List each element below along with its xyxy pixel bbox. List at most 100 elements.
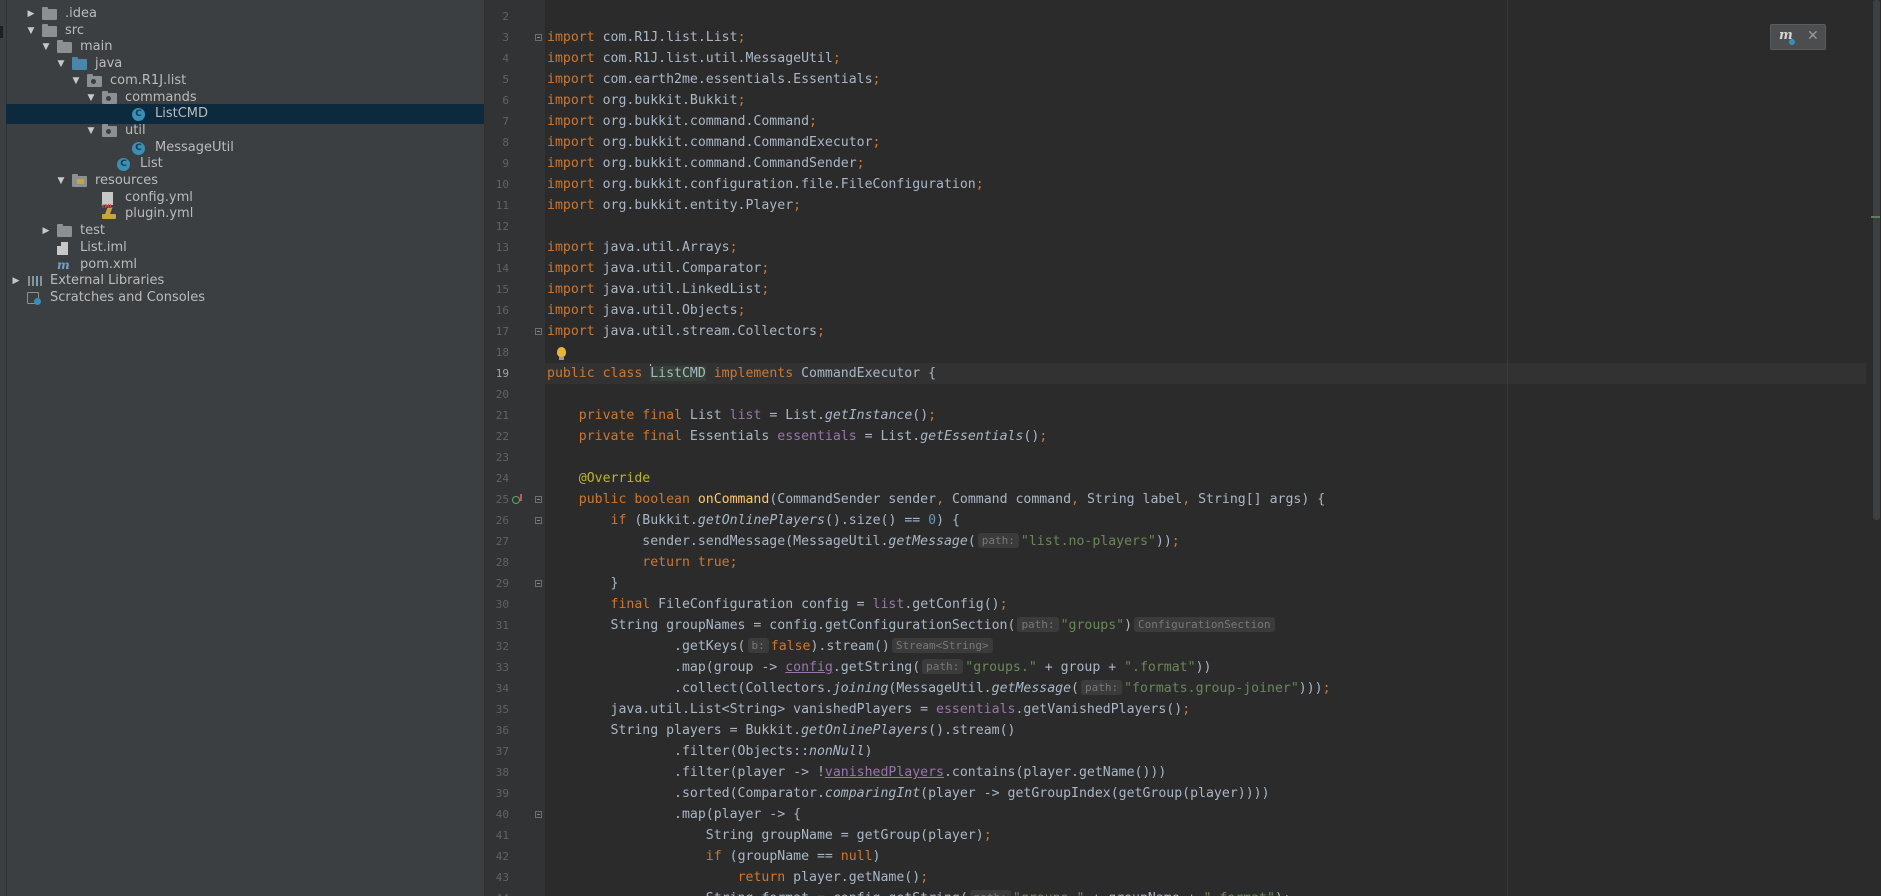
line-number[interactable]: 7 (479, 111, 509, 132)
code-line[interactable]: import com.R1J.list.util.MessageUtil; (547, 48, 841, 69)
line-number[interactable]: 18 (479, 342, 509, 363)
line-number[interactable]: 32 (479, 636, 509, 657)
code-line[interactable]: return player.getName(); (547, 867, 929, 888)
code-line[interactable]: if (groupName == null) (547, 846, 881, 867)
line-number[interactable]: 19 (479, 363, 509, 384)
code-line[interactable]: import java.util.LinkedList; (547, 279, 769, 300)
line-number[interactable]: 20 (479, 384, 509, 405)
line-number[interactable]: 35 (479, 699, 509, 720)
line-number[interactable]: 15 (479, 279, 509, 300)
code-line[interactable]: if (Bukkit.getOnlinePlayers().size() == … (547, 510, 960, 531)
editor-gutter[interactable]: 2 3 4 5 6 7 8 9 10 11 12 13 14 15 16 17 18 19 20 21 22 23 24 25… (485, 0, 545, 896)
line-number[interactable]: 24 (479, 468, 509, 489)
code-line[interactable]: import java.util.Comparator; (547, 258, 769, 279)
line-number[interactable]: 11 (479, 195, 509, 216)
code-line[interactable]: .getKeys(b: false).stream() Stream<String> (547, 636, 995, 657)
line-number[interactable]: 6 (479, 90, 509, 111)
code-line[interactable]: } (547, 573, 619, 594)
line-number[interactable]: 5 (479, 69, 509, 90)
line-number[interactable]: 28 (479, 552, 509, 573)
code-line[interactable]: import org.bukkit.entity.Player; (547, 195, 801, 216)
code-token: ; (983, 828, 992, 843)
code-line[interactable]: import java.util.Objects; (547, 300, 746, 321)
code-line[interactable]: import org.bukkit.configuration.file.Fil… (547, 174, 984, 195)
line-number[interactable]: 8 (479, 132, 509, 153)
fold-toggle-icon[interactable] (535, 34, 542, 41)
code-line[interactable]: @Override (547, 468, 650, 489)
line-number[interactable]: 33 (479, 657, 509, 678)
code-line[interactable]: String format = config.getString(path:"g… (547, 888, 1291, 896)
line-number[interactable]: 21 (479, 405, 509, 426)
intention-bulb-icon[interactable] (557, 347, 566, 360)
line-number[interactable]: 22 (479, 426, 509, 447)
scrollbar-thumb[interactable] (1873, 0, 1880, 520)
code-editor[interactable]: import com.R1J.list.List; import com.R1J.… (545, 0, 1881, 896)
code-line[interactable]: public class ListCMD implements CommandE… (547, 363, 936, 384)
implements-method-icon[interactable] (512, 494, 522, 504)
line-number[interactable]: 2 (479, 6, 509, 27)
fold-toggle-icon[interactable] (535, 496, 542, 503)
error-stripe-mark[interactable] (1871, 216, 1880, 218)
line-number[interactable]: 37 (479, 741, 509, 762)
line-number[interactable]: 42 (479, 846, 509, 867)
code-line[interactable]: java.util.List<String> vanishedPlayers =… (547, 699, 1191, 720)
line-number[interactable]: 10 (479, 174, 509, 195)
code-line[interactable]: private final List list = List.getInstan… (547, 405, 936, 426)
code-line[interactable]: String groupName = getGroup(player); (547, 825, 992, 846)
close-icon[interactable]: ✕ (1807, 28, 1819, 44)
line-number[interactable]: 43 (479, 867, 509, 888)
line-number[interactable]: 40 (479, 804, 509, 825)
fold-toggle-icon[interactable] (535, 811, 542, 818)
line-number[interactable]: 25 (479, 489, 509, 510)
code-line[interactable]: import com.R1J.list.List; (547, 27, 746, 48)
line-number[interactable]: 30 (479, 594, 509, 615)
code-line[interactable]: import java.util.stream.Collectors; (547, 321, 825, 342)
code-line[interactable]: import java.util.Arrays; (547, 237, 738, 258)
project-tab-marker[interactable] (0, 26, 3, 38)
maven-reload-icon[interactable]: m (1779, 28, 1795, 45)
code-line[interactable]: import com.earth2me.essentials.Essential… (547, 69, 880, 90)
code-line[interactable]: import org.bukkit.command.CommandSender; (547, 153, 865, 174)
line-number[interactable]: 14 (479, 258, 509, 279)
code-line[interactable]: return true; (547, 552, 737, 573)
line-number[interactable]: 27 (479, 531, 509, 552)
code-line[interactable]: .filter(player -> !vanishedPlayers.conta… (547, 762, 1166, 783)
code-line[interactable]: import org.bukkit.command.Command; (547, 111, 817, 132)
code-line[interactable]: .sorted(Comparator.comparingInt(player -… (547, 783, 1269, 804)
line-number[interactable]: 44 (479, 888, 509, 896)
line-number[interactable]: 38 (479, 762, 509, 783)
line-number[interactable]: 34 (479, 678, 509, 699)
line-number[interactable]: 29 (479, 573, 509, 594)
fold-toggle-icon[interactable] (535, 328, 542, 335)
line-number[interactable]: 9 (479, 153, 509, 174)
load-maven-changes-popup[interactable]: m ✕ (1770, 24, 1826, 50)
tree-item-scratches-and-consoles[interactable]: Scratches and Consoles (6, 288, 484, 308)
code-line[interactable]: private final Essentials essentials = Li… (547, 426, 1048, 447)
ide-window: ▶ .idea ▼ src ▼ main ▼ java ▼ com.R1J.list ▼ comman… (0, 0, 1881, 896)
line-number[interactable]: 17 (479, 321, 509, 342)
line-number[interactable]: 4 (479, 48, 509, 69)
line-number[interactable]: 13 (479, 237, 509, 258)
code-line[interactable]: String players = Bukkit.getOnlinePlayers… (547, 720, 1016, 741)
code-line[interactable]: final FileConfiguration config = list.ge… (547, 594, 1008, 615)
line-number[interactable]: 26 (479, 510, 509, 531)
code-line[interactable]: .collect(Collectors.joining(MessageUtil.… (547, 678, 1331, 699)
code-line[interactable]: .map(group -> config.getString(path: "gro… (547, 657, 1211, 678)
code-line[interactable]: import org.bukkit.Bukkit; (547, 90, 746, 111)
code-line[interactable]: .filter(Objects::nonNull) (547, 741, 873, 762)
fold-toggle-icon[interactable] (535, 517, 542, 524)
code-line[interactable]: import org.bukkit.command.CommandExecuto… (547, 132, 880, 153)
code-line[interactable]: sender.sendMessage(MessageUtil.getMessag… (547, 531, 1180, 552)
line-number[interactable]: 23 (479, 447, 509, 468)
line-number[interactable]: 12 (479, 216, 509, 237)
line-number[interactable]: 16 (479, 300, 509, 321)
code-line[interactable]: public boolean onCommand(CommandSender s… (547, 489, 1325, 510)
line-number[interactable]: 31 (479, 615, 509, 636)
code-line[interactable]: String groupNames = config.getConfigurat… (547, 615, 1277, 636)
code-line[interactable]: .map(player -> { (547, 804, 801, 825)
line-number[interactable]: 41 (479, 825, 509, 846)
fold-toggle-icon[interactable] (535, 580, 542, 587)
line-number[interactable]: 39 (479, 783, 509, 804)
line-number[interactable]: 3 (479, 27, 509, 48)
line-number[interactable]: 36 (479, 720, 509, 741)
